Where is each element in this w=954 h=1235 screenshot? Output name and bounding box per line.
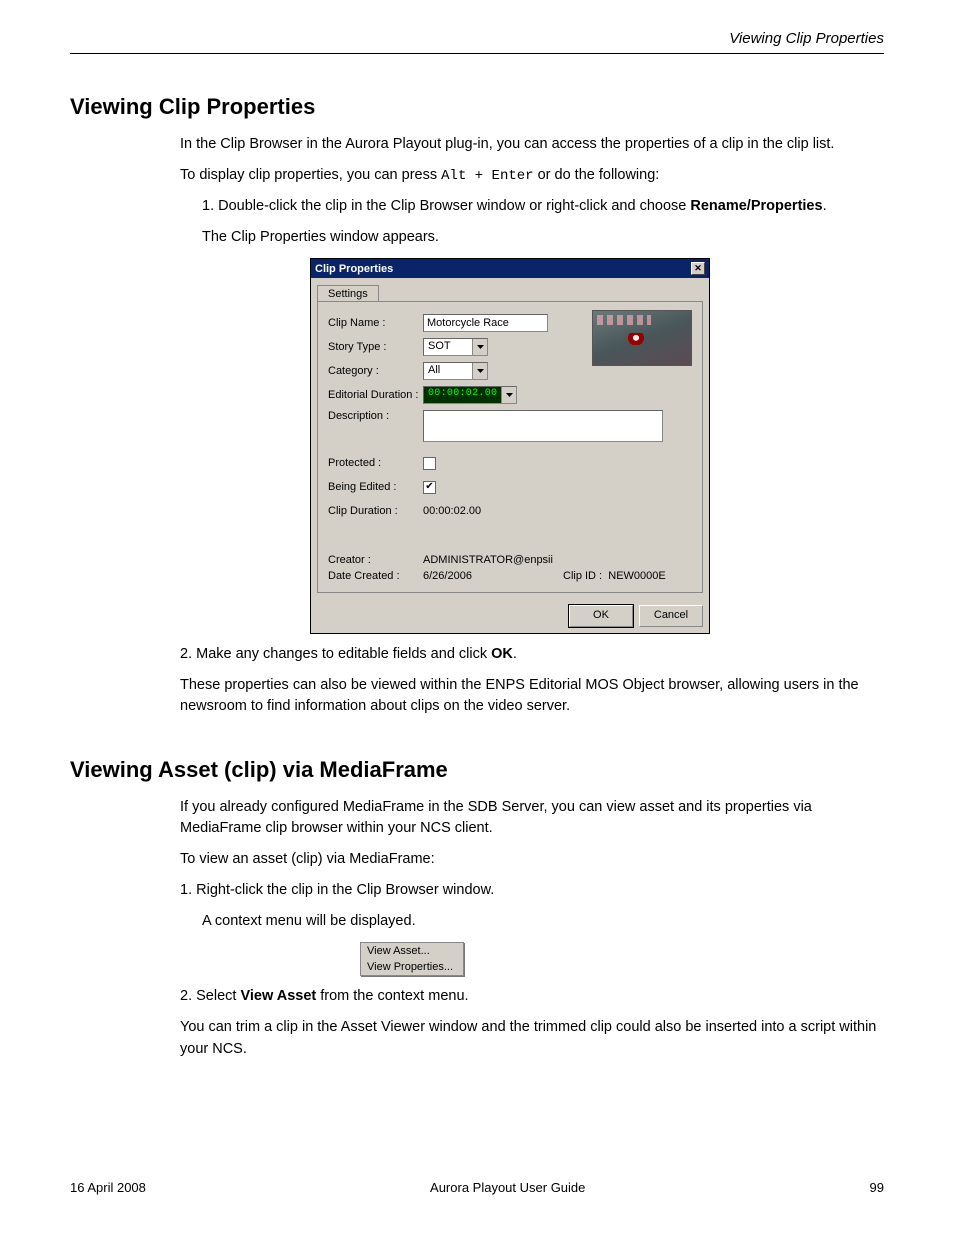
clip-thumbnail	[592, 310, 692, 366]
step-1: 1. Double-click the clip in the Clip Bro…	[180, 196, 884, 217]
step-2-prefix: 2. Make any changes to editable fields a…	[180, 646, 491, 662]
label-clip-id: Clip ID : NEW0000E	[563, 570, 666, 582]
para-s2-1: If you already configured MediaFrame in …	[180, 797, 884, 839]
s2-step-2-prefix: 2. Select	[180, 988, 240, 1004]
para-s2-lead: To view an asset (clip) via MediaFrame:	[180, 849, 884, 870]
story-type-dropdown[interactable]: SOT	[423, 338, 488, 356]
para-1: In the Clip Browser in the Aurora Playou…	[180, 134, 884, 155]
description-input[interactable]	[423, 410, 663, 442]
category-value: All	[424, 363, 472, 379]
para-2-lead: To display clip properties, you can pres…	[180, 167, 441, 183]
label-clip-duration: Clip Duration :	[328, 505, 423, 517]
step-1-prefix: 1. Double-click the clip in the Clip Bro…	[202, 198, 690, 214]
context-menu: View Asset... View Properties...	[360, 942, 464, 976]
label-date-created: Date Created :	[328, 570, 423, 582]
para-3: These properties can also be viewed with…	[180, 675, 884, 717]
section-title-1: Viewing Clip Properties	[70, 94, 884, 120]
category-dropdown[interactable]: All	[423, 362, 488, 380]
clip-name-input[interactable]	[423, 314, 548, 332]
para-2-key: Alt + Enter	[441, 168, 533, 184]
label-category: Category :	[328, 365, 423, 377]
dialog-title: Clip Properties	[315, 263, 393, 275]
menu-item-view-properties[interactable]: View Properties...	[361, 959, 463, 975]
dialog-button-row: OK Cancel	[311, 599, 709, 633]
label-protected: Protected :	[328, 457, 423, 469]
ok-button[interactable]: OK	[569, 605, 633, 627]
step-2-suffix: .	[513, 646, 517, 662]
clip-duration-value: 00:00:02.00	[423, 505, 481, 517]
footer-center: Aurora Playout User Guide	[430, 1180, 585, 1195]
s2-step-1-result: A context menu will be displayed.	[202, 911, 884, 932]
protected-checkbox[interactable]	[423, 457, 436, 470]
step-1-bold: Rename/Properties	[690, 198, 822, 214]
dialog-titlebar: Clip Properties ✕	[311, 259, 709, 278]
being-edited-checkbox[interactable]: ✔	[423, 481, 436, 494]
chevron-down-icon[interactable]	[501, 387, 516, 403]
editorial-duration-value: 00:00:02.00	[424, 387, 501, 403]
editorial-duration-dropdown[interactable]: 00:00:02.00	[423, 386, 517, 404]
footer-left: 16 April 2008	[70, 1180, 146, 1195]
chevron-down-icon[interactable]	[472, 363, 487, 379]
dialog-tabpanel: Clip Name : Story Type : SOT Category : …	[317, 301, 703, 593]
clip-id-value: NEW0000E	[608, 570, 665, 582]
s2-footnote: You can trim a clip in the Asset Viewer …	[180, 1017, 884, 1059]
header-rule	[70, 53, 884, 54]
label-description: Description :	[328, 410, 423, 422]
chevron-down-icon[interactable]	[472, 339, 487, 355]
creator-value: ADMINISTRATOR@enpsii	[423, 554, 553, 566]
menu-item-view-asset[interactable]: View Asset...	[361, 943, 463, 959]
section-title-2: Viewing Asset (clip) via MediaFrame	[70, 757, 884, 783]
s2-step-2-bold: View Asset	[240, 988, 316, 1004]
page-footer: 16 April 2008 Aurora Playout User Guide …	[70, 1180, 884, 1195]
step-1-suffix: .	[823, 198, 827, 214]
step-2: 2. Make any changes to editable fields a…	[180, 644, 884, 665]
label-being-edited: Being Edited :	[328, 481, 423, 493]
para-2: To display clip properties, you can pres…	[180, 165, 884, 186]
dialog-tabstrip: Settings	[311, 278, 709, 301]
story-type-value: SOT	[424, 339, 472, 355]
s2-step-2: 2. Select View Asset from the context me…	[180, 986, 884, 1007]
clip-properties-dialog: Clip Properties ✕ Settings Clip Name : S…	[310, 258, 710, 634]
para-2-tail: or do the following:	[534, 167, 660, 183]
step-2-bold: OK	[491, 646, 513, 662]
label-editorial-duration: Editorial Duration :	[328, 389, 423, 401]
page-header-right: Viewing Clip Properties	[70, 30, 884, 47]
footer-right: 99	[870, 1180, 884, 1195]
label-clip-name: Clip Name :	[328, 317, 423, 329]
s2-step-1: 1. Right-click the clip in the Clip Brow…	[180, 880, 884, 901]
label-creator: Creator :	[328, 554, 423, 566]
s2-step-2-suffix: from the context menu.	[316, 988, 468, 1004]
step-1-result: The Clip Properties window appears.	[202, 227, 884, 248]
close-icon[interactable]: ✕	[691, 262, 705, 275]
tab-settings[interactable]: Settings	[317, 285, 379, 302]
cancel-button[interactable]: Cancel	[639, 605, 703, 627]
date-created-value: 6/26/2006	[423, 570, 563, 582]
label-story-type: Story Type :	[328, 341, 423, 353]
